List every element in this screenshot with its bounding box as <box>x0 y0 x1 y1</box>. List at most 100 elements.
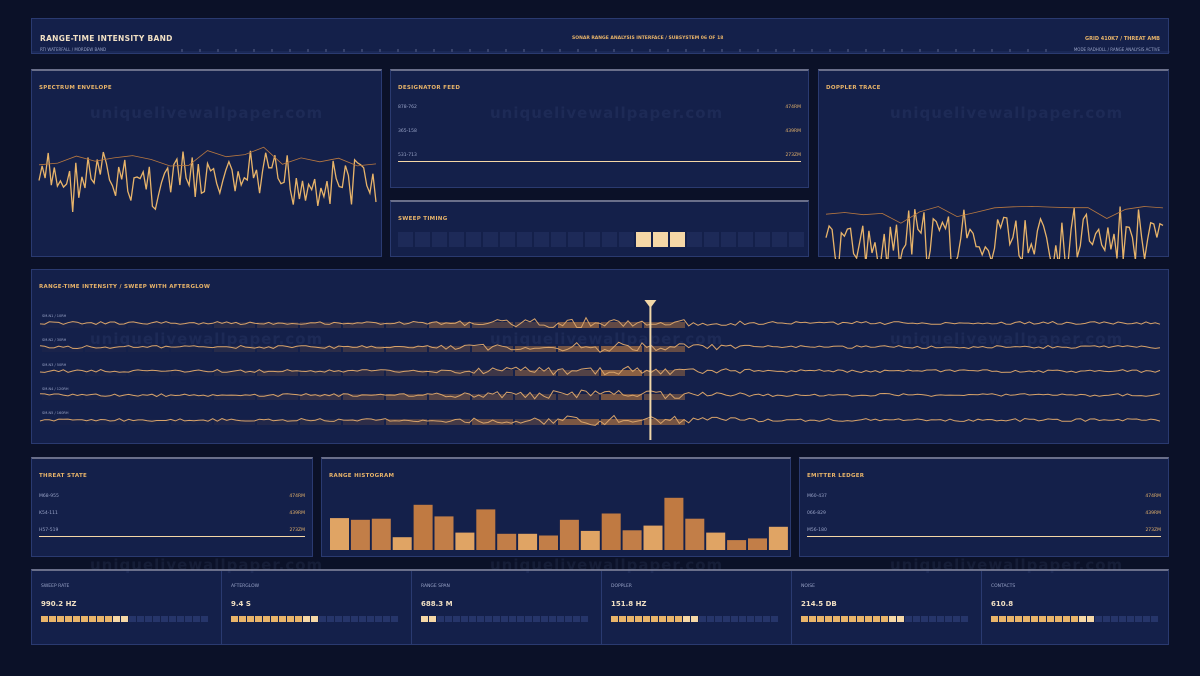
metric-level-cell <box>541 616 548 622</box>
threat-row-value: 474RM <box>289 494 305 499</box>
doppler-trace-chart <box>825 205 1164 259</box>
metric-level-cell <box>153 616 160 622</box>
metric-level-cell <box>421 616 428 622</box>
metric-level-cell <box>437 616 444 622</box>
rti-afterglow-bar <box>85 370 126 376</box>
emitter-row-value: 474RM <box>1145 494 1161 499</box>
sweep-timing-cells <box>398 232 804 247</box>
designator-row-value: 273ZM <box>785 153 801 158</box>
histogram-bar <box>622 530 642 550</box>
metric-level-cell <box>755 616 762 622</box>
metric-level-cell <box>201 616 208 622</box>
metric-value: 688.3 M <box>421 600 453 608</box>
metric-level-bar <box>991 616 1158 622</box>
metric-value: 9.4 S <box>231 600 251 608</box>
rti-afterglow-bar <box>128 419 169 425</box>
designator-row-label: 878-762 <box>398 105 417 110</box>
metric-level-cell <box>739 616 746 622</box>
sweep-timing-cell <box>636 232 651 247</box>
metric-level-cell <box>825 616 832 622</box>
metric-label: RANGE SPAN <box>421 584 450 589</box>
metric-level-cell <box>193 616 200 622</box>
histogram-bar <box>559 519 579 550</box>
metric-level-cell <box>319 616 326 622</box>
sweep-timing-cell <box>772 232 787 247</box>
metric-level-cell <box>763 616 770 622</box>
metric-level-cell <box>991 616 998 622</box>
metric-level-cell <box>185 616 192 622</box>
histogram-bar <box>350 519 370 550</box>
metric-level-cell <box>1151 616 1158 622</box>
metric-level-cell <box>177 616 184 622</box>
metric-level-cell <box>865 616 872 622</box>
designator-row: 365-158 439RM <box>398 129 801 139</box>
metric-level-cell <box>1119 616 1126 622</box>
metric-noise: NOISE 214.5 DB <box>792 571 982 645</box>
histogram-bar <box>727 540 747 550</box>
metrics-strip: SWEEP RATE 990.2 HZ AFTERGLOW 9.4 S RANG… <box>31 569 1169 645</box>
metric-level-cell <box>889 616 896 622</box>
metric-level-cell <box>445 616 452 622</box>
metric-level-cell <box>913 616 920 622</box>
emitter-row: 066-829 439RM <box>807 511 1161 521</box>
rti-sweep-marker <box>644 300 657 308</box>
sweep-timing-panel: SWEEP TIMING <box>390 200 809 257</box>
metric-level-cell <box>295 616 302 622</box>
sweep-timing-cell <box>653 232 668 247</box>
histogram-bar <box>455 532 475 550</box>
metric-level-cell <box>905 616 912 622</box>
threat-row: K54-111 439RM <box>39 511 305 521</box>
threat-state-panel: THREAT STATE M68-955 474RM K54-111 439RM… <box>31 457 313 557</box>
rti-afterglow-bar <box>257 394 298 400</box>
metric-level-cell <box>611 616 618 622</box>
metric-level-cell <box>375 616 382 622</box>
sweep-timing-cell <box>398 232 413 247</box>
sweep-timing-cell <box>755 232 770 247</box>
metric-level-cell <box>57 616 64 622</box>
metric-level-cell <box>1143 616 1150 622</box>
metric-level-cell <box>279 616 286 622</box>
designator-feed-panel: DESIGNATOR FEED 878-762 474RM 365-158 43… <box>390 69 809 188</box>
histogram-bar <box>643 525 663 550</box>
metric-value: 151.8 HZ <box>611 600 647 608</box>
designator-row-label: 365-158 <box>398 129 417 134</box>
metric-level-cell <box>351 616 358 622</box>
sweep-timing-cell <box>517 232 532 247</box>
histogram-bar <box>601 513 621 550</box>
designator-row-label: 531-713 <box>398 153 417 158</box>
metric-level-cell <box>1111 616 1118 622</box>
designator-row-value: 474RM <box>785 105 801 110</box>
threat-divider <box>39 536 305 537</box>
spectrum-envelope-chart <box>38 146 377 213</box>
metric-level-cell <box>1063 616 1070 622</box>
metric-level-cell <box>565 616 572 622</box>
sweep-timing-cell <box>670 232 685 247</box>
metric-level-cell <box>897 616 904 622</box>
threat-row-label: H57-519 <box>39 528 59 533</box>
metric-level-cell <box>383 616 390 622</box>
metric-level-cell <box>105 616 112 622</box>
metric-level-cell <box>747 616 754 622</box>
metric-level-cell <box>311 616 318 622</box>
sweep-timing-cell <box>568 232 583 247</box>
metric-level-cell <box>1103 616 1110 622</box>
doppler-trace-panel: DOPPLER TRACE <box>818 69 1169 259</box>
metric-level-cell <box>469 616 476 622</box>
emitter-row-label: 066-829 <box>807 511 826 516</box>
rti-track-label: SM-N5 / 160RH <box>42 411 69 415</box>
emitter-row-value: 439RM <box>1145 511 1161 516</box>
metric-level-cell <box>287 616 294 622</box>
metric-level-cell <box>659 616 666 622</box>
watermark-text: uniquelivewallpaper.com <box>90 556 324 574</box>
metric-level-cell <box>691 616 698 622</box>
metric-level-cell <box>961 616 968 622</box>
rti-afterglow-bar <box>42 370 83 376</box>
threat-row-label: M68-955 <box>39 494 59 499</box>
metric-level-cell <box>873 616 880 622</box>
metric-level-cell <box>271 616 278 622</box>
metric-level-cell <box>493 616 500 622</box>
metric-level-cell <box>335 616 342 622</box>
metric-level-cell <box>239 616 246 622</box>
metric-level-cell <box>255 616 262 622</box>
histogram-bar <box>685 518 705 550</box>
